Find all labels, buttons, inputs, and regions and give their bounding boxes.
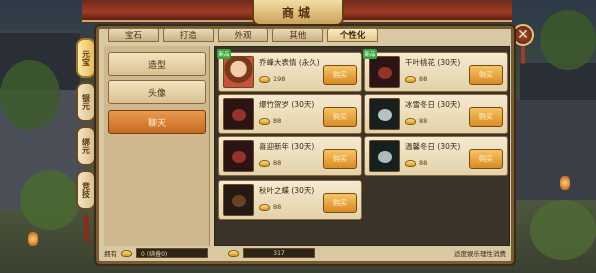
new-badge: 新品 bbox=[363, 49, 377, 59]
shop-item-card[interactable]: 秋叶之蝶 (30天) 88 购买 bbox=[218, 180, 362, 220]
price-value: 88 bbox=[419, 117, 428, 125]
sub-category-avatar[interactable]: 头像 bbox=[108, 80, 206, 104]
avatar-emote-icon bbox=[223, 56, 254, 88]
tab-forge[interactable]: 打造 bbox=[162, 28, 214, 42]
new-badge: 新品 bbox=[217, 49, 231, 59]
snow-icon bbox=[378, 109, 392, 121]
chat-frame-icon bbox=[369, 98, 400, 130]
chat-frame-icon bbox=[369, 56, 400, 88]
chat-frame-icon bbox=[369, 140, 400, 172]
lantern-icon bbox=[28, 232, 38, 246]
buy-button[interactable]: 购买 bbox=[469, 65, 503, 85]
tab-other[interactable]: 其他 bbox=[272, 28, 324, 42]
owned-value: 0 (绑叠0) bbox=[136, 248, 208, 258]
gold-ingot-icon bbox=[259, 203, 270, 211]
buy-button[interactable]: 购买 bbox=[323, 149, 357, 169]
sub-category-chat[interactable]: 聊天 bbox=[108, 110, 206, 134]
item-name: 爆竹贺岁 (30天) bbox=[259, 100, 315, 109]
item-name: 冰雪冬日 (30天) bbox=[405, 100, 461, 109]
sub-category-list bbox=[104, 46, 210, 246]
item-name: 秋叶之蝶 (30天) bbox=[259, 186, 315, 195]
item-price: 88 bbox=[405, 117, 427, 125]
gold-ingot-icon bbox=[121, 249, 132, 257]
price-value: 88 bbox=[419, 75, 428, 83]
item-price: 88 bbox=[259, 159, 281, 167]
item-name: 喜迎新年 (30天) bbox=[259, 142, 315, 151]
close-button[interactable]: ✕ bbox=[512, 24, 534, 46]
shop-item-card[interactable]: 温馨冬日 (30天) 88 购买 bbox=[364, 136, 508, 176]
gold-ingot-icon bbox=[259, 117, 270, 125]
price-value: 88 bbox=[273, 117, 282, 125]
chat-frame-icon bbox=[223, 140, 254, 172]
item-price: 88 bbox=[259, 203, 281, 211]
firecracker-icon bbox=[232, 109, 246, 121]
shop-item-card[interactable]: 新品 干叶桃花 (30天) 88 购买 bbox=[363, 49, 508, 92]
gold-ingot-icon bbox=[405, 117, 416, 125]
shop-item-card[interactable]: 爆竹贺岁 (30天) 88 购买 bbox=[218, 94, 362, 134]
price-value: 198 bbox=[273, 75, 286, 83]
shop-item-card[interactable]: 新品 乔峰大表情 (永久) 198 购买 bbox=[217, 49, 362, 92]
price-value: 88 bbox=[273, 203, 282, 211]
buy-button[interactable]: 购买 bbox=[323, 107, 357, 127]
tab-gems[interactable]: 宝石 bbox=[108, 28, 159, 42]
tree bbox=[0, 60, 60, 130]
item-name: 干叶桃花 (30天) bbox=[405, 58, 461, 67]
item-price: 88 bbox=[405, 75, 427, 83]
price-value: 88 bbox=[273, 159, 282, 167]
butterfly-icon bbox=[232, 195, 246, 207]
gold-ingot-icon bbox=[405, 75, 416, 83]
shop-item-card[interactable]: 喜迎新年 (30天) 88 购买 bbox=[218, 136, 362, 176]
side-tab-yuanbao[interactable]: 元宝 bbox=[76, 38, 96, 78]
buy-button[interactable]: 购买 bbox=[469, 149, 503, 169]
tassel-decoration bbox=[84, 214, 89, 242]
price-value: 88 bbox=[419, 159, 428, 167]
new-year-icon bbox=[232, 151, 246, 163]
tassel-decoration bbox=[521, 46, 525, 64]
gold-ingot-icon bbox=[228, 249, 239, 257]
side-tab-yinyuan[interactable]: 银元 bbox=[76, 82, 96, 122]
item-name: 温馨冬日 (30天) bbox=[405, 142, 461, 151]
balance-value: 317 bbox=[243, 248, 315, 258]
item-name: 乔峰大表情 (永久) bbox=[259, 58, 320, 67]
buy-button[interactable]: 购买 bbox=[323, 65, 357, 85]
snow-icon bbox=[378, 151, 392, 163]
buy-button[interactable]: 购买 bbox=[469, 107, 503, 127]
side-tab-jingji[interactable]: 竞技 bbox=[76, 170, 96, 210]
tab-appearance[interactable]: 外观 bbox=[217, 28, 269, 42]
buy-button[interactable]: 购买 bbox=[323, 193, 357, 213]
side-tab-bangyuan[interactable]: 绑元 bbox=[76, 126, 96, 166]
tab-personalization[interactable]: 个性化 bbox=[327, 28, 378, 42]
item-price: 198 bbox=[259, 75, 285, 83]
owned-label: 拥有 bbox=[104, 250, 117, 258]
lantern-icon bbox=[560, 176, 570, 190]
tree bbox=[530, 200, 596, 260]
tree bbox=[20, 170, 80, 230]
shop-item-card[interactable]: 冰雪冬日 (30天) 88 购买 bbox=[364, 94, 508, 134]
notice-text: 适度娱乐理性消费 bbox=[454, 250, 506, 258]
chat-frame-icon bbox=[223, 184, 254, 216]
flower-icon bbox=[378, 67, 392, 79]
sub-category-style[interactable]: 造型 bbox=[108, 52, 206, 76]
item-price: 88 bbox=[259, 117, 281, 125]
tree bbox=[540, 10, 596, 70]
item-price: 88 bbox=[405, 159, 427, 167]
wallet-bar: 拥有 0 (绑叠0) 317 适度娱乐理性消费 bbox=[104, 246, 510, 260]
gold-ingot-icon bbox=[405, 159, 416, 167]
gold-ingot-icon bbox=[259, 75, 270, 83]
category-tabs: 宝石 打造 外观 其他 个性化 bbox=[108, 28, 378, 42]
building-wall bbox=[516, 100, 596, 200]
chat-frame-icon bbox=[223, 98, 254, 130]
gold-ingot-icon bbox=[259, 159, 270, 167]
page-title: 商城 bbox=[252, 0, 344, 26]
